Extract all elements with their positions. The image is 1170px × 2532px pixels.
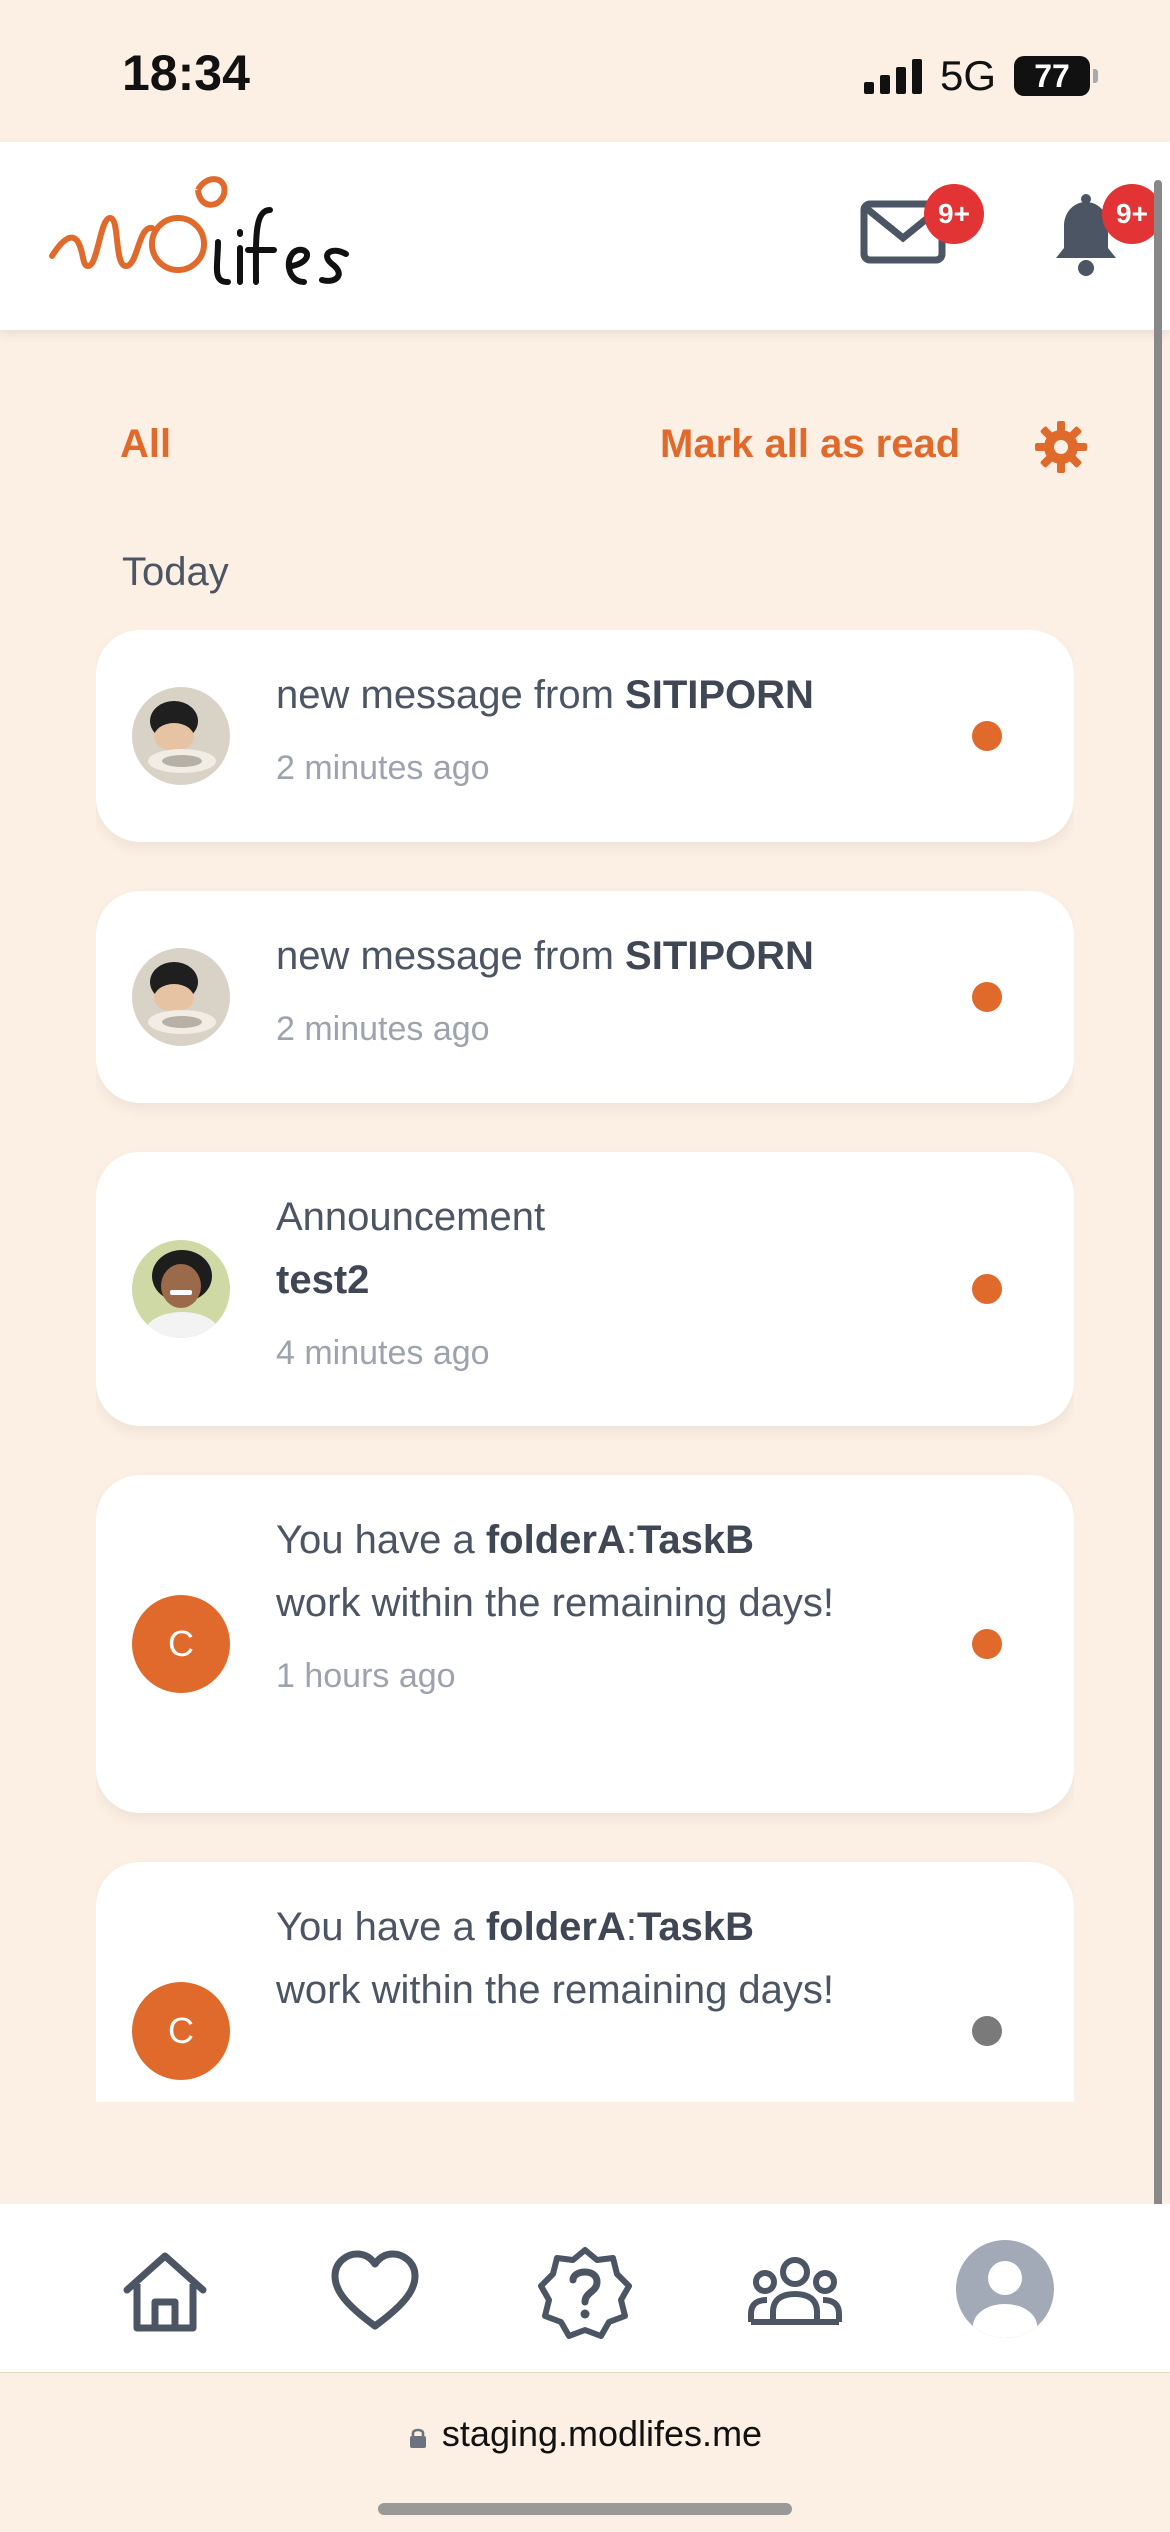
nav-favorites[interactable] [325, 2242, 425, 2342]
browser-bar: staging.modlifes.me [0, 2372, 1170, 2532]
nav-community[interactable] [745, 2242, 845, 2342]
unread-dot [972, 1629, 1002, 1659]
home-indicator[interactable] [378, 2503, 792, 2515]
settings-button[interactable] [1034, 420, 1088, 474]
avatar [132, 687, 230, 785]
unread-dot [972, 721, 1002, 751]
avatar [132, 1240, 230, 1338]
avatar: C [132, 1595, 230, 1693]
page-scrollbar[interactable] [1154, 180, 1162, 2360]
notifications-button[interactable]: 9+ [1036, 184, 1162, 280]
messages-button[interactable]: 9+ [858, 184, 984, 280]
folder-name: folderA [485, 1905, 626, 1949]
app-header: 9+ 9+ [0, 142, 1170, 330]
unread-dot [972, 1274, 1002, 1304]
notification-time: 4 minutes ago [276, 1334, 490, 1372]
notification-card[interactable]: C You have a folderA:TaskB work within t… [96, 1862, 1074, 2102]
read-dot [972, 2016, 1002, 2046]
battery-icon: 77 [1014, 56, 1098, 96]
notification-card[interactable]: Announcement test2 4 minutes ago [96, 1152, 1074, 1426]
filter-all-button[interactable]: All [120, 422, 171, 467]
sender-name: SITIPORN [625, 673, 814, 717]
notification-text: new message from SITIPORN 2 minutes ago [276, 925, 836, 1052]
address-bar[interactable]: staging.modlifes.me [0, 2413, 1170, 2455]
home-icon [123, 2252, 207, 2332]
section-title-today: Today [122, 550, 229, 594]
mark-all-read-button[interactable]: Mark all as read [660, 422, 960, 467]
status-indicators: 5G 77 [863, 52, 1098, 100]
signal-icon [863, 58, 922, 94]
lock-icon [408, 2415, 428, 2448]
notification-card[interactable]: new message from SITIPORN 2 minutes ago [96, 630, 1074, 842]
notification-card[interactable]: new message from SITIPORN 2 minutes ago [96, 891, 1074, 1103]
unread-dot [972, 982, 1002, 1012]
notification-text: Announcement test2 4 minutes ago [276, 1186, 836, 1376]
modlifes-logo[interactable] [48, 170, 358, 300]
notification-time: 1 hours ago [276, 1657, 456, 1695]
avatar: C [132, 1982, 230, 2080]
notification-card[interactable]: C You have a folderA:TaskB work within t… [96, 1475, 1074, 1813]
url-text: staging.modlifes.me [441, 2413, 763, 2454]
sender-name: SITIPORN [625, 934, 814, 978]
task-name: TaskB [636, 1905, 755, 1949]
notification-text: You have a folderA:TaskB work within the… [276, 1509, 836, 1699]
community-icon [748, 2257, 842, 2325]
network-label: 5G [939, 52, 996, 99]
notification-time: 2 minutes ago [276, 749, 490, 787]
bell-badge: 9+ [1102, 184, 1162, 244]
notification-text: new message from SITIPORN 2 minutes ago [276, 664, 836, 791]
notification-list: new message from SITIPORN 2 minutes ago … [96, 630, 1074, 2102]
nav-help[interactable] [535, 2242, 635, 2342]
mail-badge: 9+ [924, 184, 984, 244]
task-name: TaskB [636, 1518, 755, 1562]
bottom-nav [0, 2204, 1170, 2372]
notification-text: You have a folderA:TaskB work within the… [276, 1905, 835, 2012]
heart-icon [331, 2250, 419, 2330]
status-bar: 18:34 5G 77 [0, 0, 1170, 142]
avatar [132, 948, 230, 1046]
folder-name: folderA [485, 1518, 626, 1562]
notification-time: 2 minutes ago [276, 1010, 490, 1048]
notification-title: Announcement [276, 1195, 546, 1239]
profile-icon [973, 2261, 1037, 2338]
nav-home[interactable] [115, 2242, 215, 2342]
announcement-name: test2 [276, 1258, 370, 1302]
gear-icon [1035, 421, 1087, 473]
status-time: 18:34 [122, 45, 250, 101]
help-icon [538, 2247, 632, 2339]
nav-profile[interactable] [956, 2240, 1054, 2338]
